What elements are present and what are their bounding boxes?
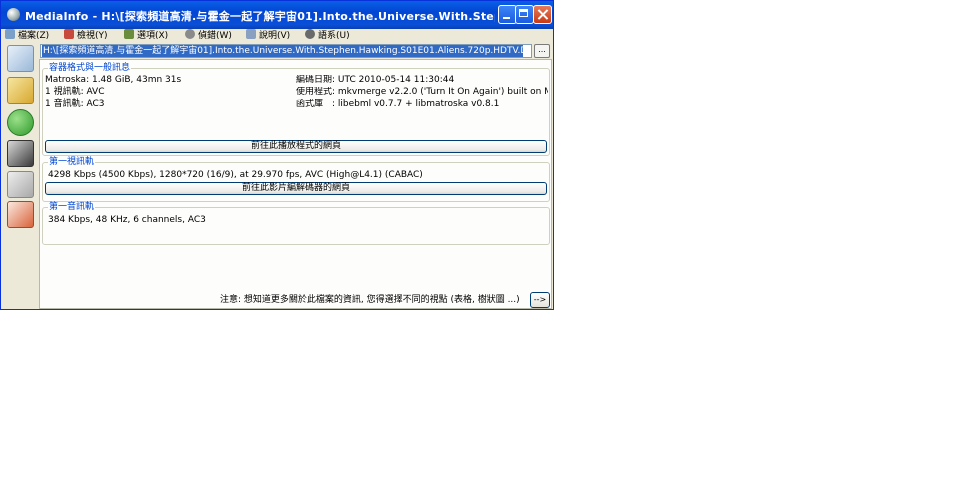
audio-section-title: 第一音訊軌	[48, 202, 96, 213]
general-section-title: 容器格式與一般訊息	[48, 63, 132, 74]
player-webpage-button[interactable]: 前往此播放程式的網頁	[45, 140, 547, 153]
general-section: 容器格式與一般訊息 Matroska: 1.48 GiB, 43mn 31s 1…	[42, 63, 550, 156]
file-path-field[interactable]: H:\[探索頻道高清.与霍金一起了解宇宙01].Into.the.Univers…	[40, 44, 532, 58]
menu-language[interactable]: 語系(U)	[305, 29, 350, 43]
menu-view[interactable]: 檢視(Y)	[64, 29, 108, 43]
audio-section: 第一音訊軌 384 Kbps, 48 KHz, 6 channels, AC3	[42, 202, 550, 245]
window-title: MediaInfo - H:\[探索頻道高清.与霍金一起了解宇宙01].Into…	[25, 10, 495, 23]
options-icon	[124, 29, 134, 39]
close-button[interactable]	[533, 5, 552, 24]
edit-icon[interactable]	[7, 201, 34, 228]
general-library: 函式庫 : libebml v0.7.7 + libmatroska v0.8.…	[296, 99, 500, 109]
language-icon	[305, 29, 315, 39]
general-container-info: Matroska: 1.48 GiB, 43mn 31s	[45, 75, 182, 85]
browse-button[interactable]: ...	[534, 44, 550, 58]
menu-options[interactable]: 選項(X)	[124, 29, 168, 43]
general-audio-count: 1 音訊軌: AC3	[45, 99, 105, 109]
info-panel: 容器格式與一般訊息 Matroska: 1.48 GiB, 43mn 31s 1…	[39, 59, 552, 309]
settings-icon[interactable]	[7, 171, 34, 198]
video-section: 第一視訊軌 4298 Kbps (4500 Kbps), 1280*720 (1…	[42, 157, 550, 202]
menu-help[interactable]: 說明(V)	[246, 29, 290, 43]
title-bar[interactable]: MediaInfo - H:\[探索頻道高清.与霍金一起了解宇宙01].Into…	[1, 1, 553, 29]
general-video-count: 1 視訊軌: AVC	[45, 87, 105, 97]
file-path-value: H:\[探索頻道高清.与霍金一起了解宇宙01].Into.the.Univers…	[42, 45, 523, 57]
video-section-title: 第一視訊軌	[48, 157, 96, 168]
open-folder-icon[interactable]	[7, 77, 34, 104]
general-writing-app: 使用程式: mkvmerge v2.2.0 ('Turn It On Again…	[296, 87, 548, 97]
menu-file[interactable]: 檔案(Z)	[5, 29, 49, 43]
footer-note: 注意: 想知道更多關於此檔案的資訊, 您得選擇不同的視點 (表格, 樹狀圖 ..…	[220, 295, 520, 305]
app-icon	[7, 8, 20, 21]
change-view-button[interactable]: -->	[530, 292, 550, 308]
maximize-button[interactable]	[515, 5, 534, 24]
general-encoded-date: 編碼日期: UTC 2010-05-14 11:30:44	[296, 75, 455, 85]
audio-info: 384 Kbps, 48 KHz, 6 channels, AC3	[48, 215, 206, 225]
video-info: 4298 Kbps (4500 Kbps), 1280*720 (16/9), …	[48, 170, 423, 180]
file-icon	[5, 29, 15, 39]
view-icon	[64, 29, 74, 39]
open-file-icon[interactable]	[7, 45, 34, 72]
help-icon	[246, 29, 256, 39]
codec-webpage-button[interactable]: 前往此影片編解碼器的網頁	[45, 182, 547, 195]
go-arrow-icon[interactable]	[7, 109, 34, 136]
menu-debug[interactable]: 偵錯(W)	[185, 29, 232, 43]
mediainfo-window: MediaInfo - H:\[探索頻道高清.与霍金一起了解宇宙01].Into…	[0, 0, 554, 310]
menu-bar: 檔案(Z) 檢視(Y) 選項(X) 偵錯(W) 說明(V) 語系(U)	[1, 29, 553, 43]
export-icon[interactable]	[7, 140, 34, 167]
left-toolbar	[3, 43, 35, 309]
debug-icon	[185, 29, 195, 39]
